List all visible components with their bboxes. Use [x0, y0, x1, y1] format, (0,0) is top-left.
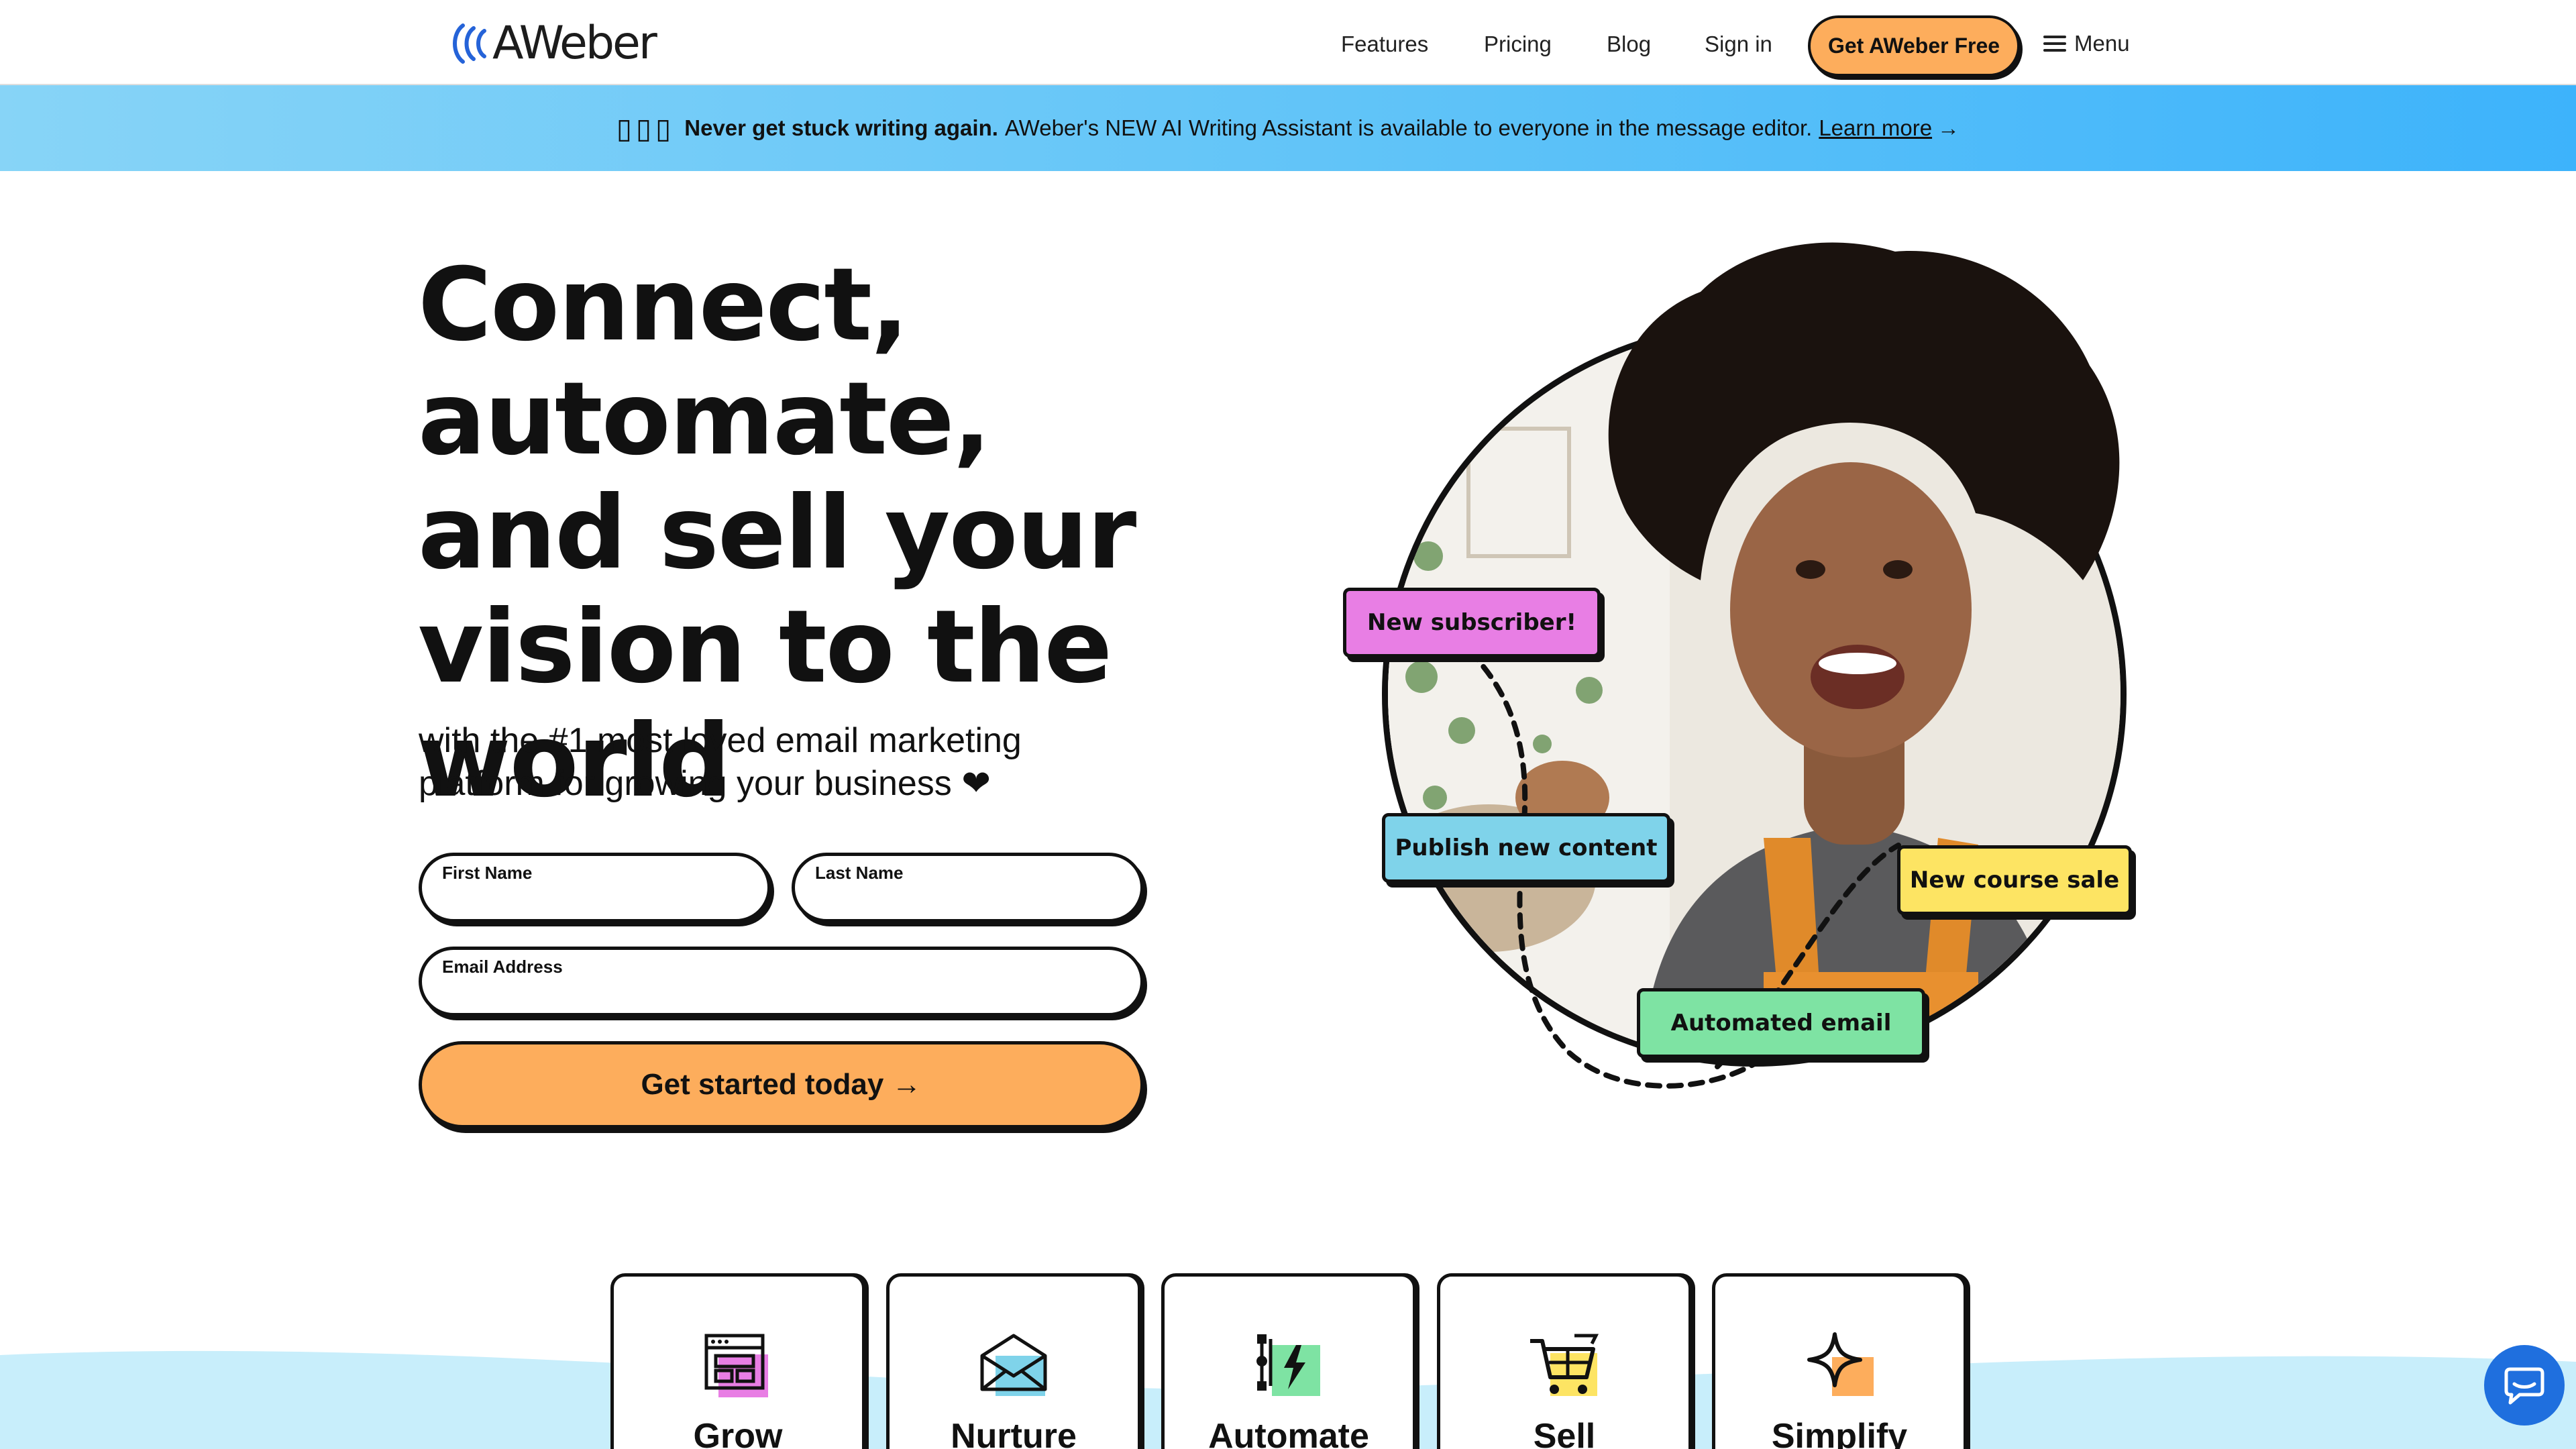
feature-label: Nurture [951, 1417, 1077, 1449]
banner-bold-text: Never get stuck writing again. [684, 115, 998, 140]
nav-sign-in[interactable]: Sign in [1705, 31, 1772, 58]
banner-glyphs: ▯▯▯ [616, 112, 676, 144]
nav-blog[interactable]: Blog [1607, 31, 1651, 58]
chat-widget-button[interactable] [2484, 1345, 2565, 1426]
hamburger-icon [2043, 36, 2066, 52]
logo-text: AWeber [492, 17, 657, 70]
workflow-bolt-icon [1256, 1334, 1320, 1396]
email-input[interactable] [442, 979, 1120, 1006]
site-header: AWeber Features Pricing Blog Sign in Get… [0, 0, 2576, 85]
last-name-field[interactable]: Last Name [792, 853, 1144, 922]
hair-overlay [1608, 242, 2120, 580]
email-label: Email Address [442, 957, 563, 977]
browser-window-icon [704, 1334, 768, 1397]
get-aweber-free-button[interactable]: Get AWeber Free [1808, 15, 2020, 76]
learn-more-link[interactable]: Learn more [1819, 115, 1932, 141]
automated-email-tag: Automated email [1637, 988, 1925, 1058]
aweber-logo[interactable]: AWeber [448, 17, 657, 70]
sparkle-icon [1807, 1332, 1874, 1396]
chat-bubble-icon [2504, 1367, 2544, 1405]
first-name-field[interactable]: First Name [419, 853, 771, 922]
menu-label: Menu [2074, 31, 2130, 56]
banner-text: AWeber's NEW AI Writing Assistant is ava… [1004, 115, 1813, 140]
last-name-input[interactable] [815, 885, 1120, 912]
feature-label: Simplify [1771, 1417, 1908, 1449]
envelope-icon [980, 1334, 1047, 1396]
nav-pricing[interactable]: Pricing [1484, 31, 1552, 58]
first-name-input[interactable] [442, 885, 747, 912]
menu-button[interactable]: Menu [2043, 31, 2130, 56]
feature-card-nurture[interactable]: Nurture [886, 1273, 1141, 1449]
new-subscriber-tag: New subscriber! [1343, 588, 1601, 657]
announcement-banner: ▯▯▯ Never get stuck writing again. AWebe… [0, 85, 2576, 171]
email-field[interactable]: Email Address [419, 947, 1144, 1016]
feature-card-automate[interactable]: Automate [1161, 1273, 1416, 1449]
hero-subtitle: with the #1 most loved email marketing p… [419, 721, 1022, 803]
feature-card-simplify[interactable]: Simplify [1712, 1273, 1967, 1449]
course-sale-tag: New course sale [1897, 845, 2132, 915]
shopping-cart-icon [1530, 1334, 1599, 1396]
nav-features[interactable]: Features [1341, 31, 1428, 58]
arrow-right-icon: → [1937, 115, 1960, 140]
publish-content-tag: Publish new content [1382, 813, 1670, 883]
feature-label: Sell [1533, 1417, 1596, 1449]
feature-label: Automate [1208, 1417, 1369, 1449]
get-started-button[interactable]: Get started today → [419, 1041, 1144, 1128]
aweber-wave-icon [453, 23, 486, 64]
feature-card-sell[interactable]: Sell [1437, 1273, 1692, 1449]
last-name-label: Last Name [815, 863, 904, 883]
feature-label: Grow [693, 1417, 783, 1449]
feature-card-grow[interactable]: Grow [610, 1273, 865, 1449]
first-name-label: First Name [442, 863, 533, 883]
